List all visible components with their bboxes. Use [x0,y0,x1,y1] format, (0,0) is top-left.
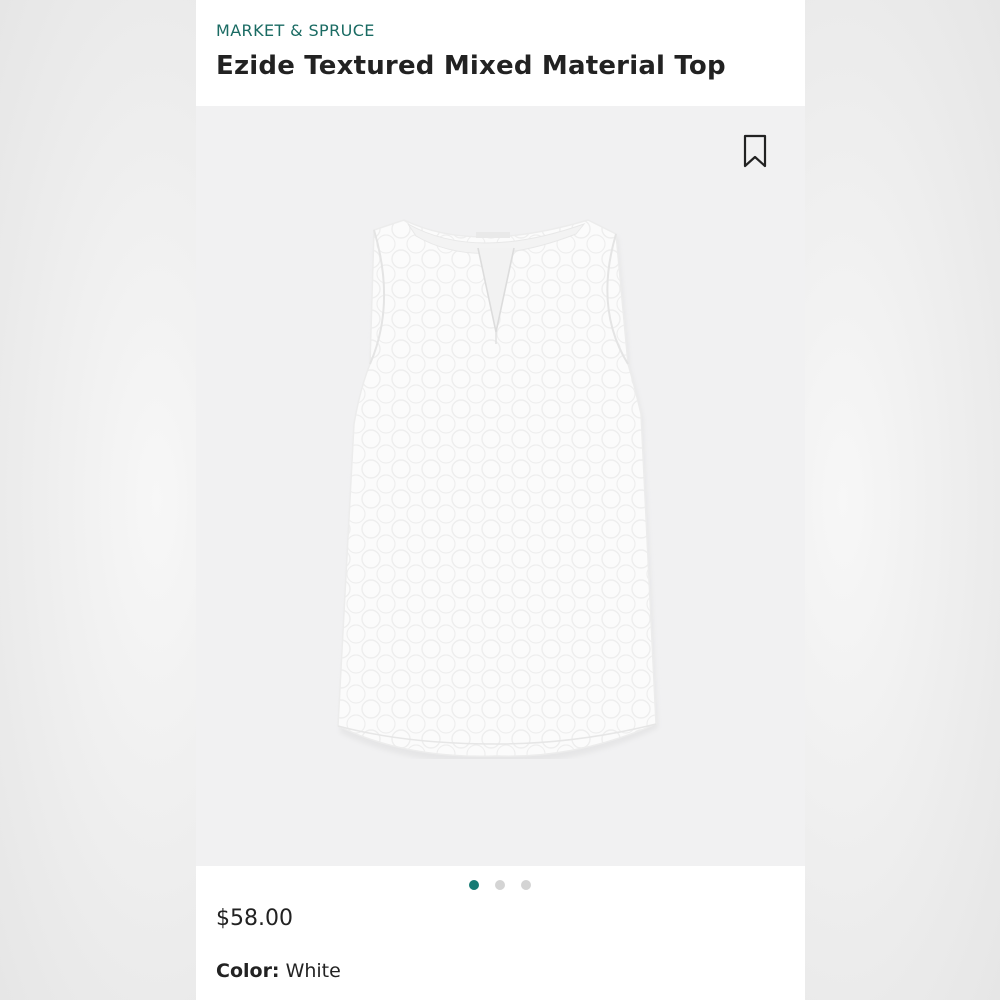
product-price: $58.00 [216,906,293,931]
bookmark-icon[interactable] [742,134,768,168]
color-label: Color: [216,960,280,982]
carousel-dot-3[interactable] [521,880,531,890]
left-backdrop [0,0,196,1000]
product-image [326,214,666,764]
product-title: Ezide Textured Mixed Material Top [216,51,726,81]
brand-name[interactable]: MARKET & SPRUCE [216,21,375,40]
product-header: MARKET & SPRUCE Ezide Textured Mixed Mat… [196,0,805,106]
carousel-dot-1[interactable] [469,880,479,890]
product-panel: MARKET & SPRUCE Ezide Textured Mixed Mat… [196,0,805,1000]
product-image-carousel[interactable] [196,106,805,866]
carousel-dot-2[interactable] [495,880,505,890]
carousel-pagination [196,866,805,906]
right-backdrop [804,0,1000,1000]
color-info: Color: White [216,960,341,982]
color-value: White [285,960,341,982]
